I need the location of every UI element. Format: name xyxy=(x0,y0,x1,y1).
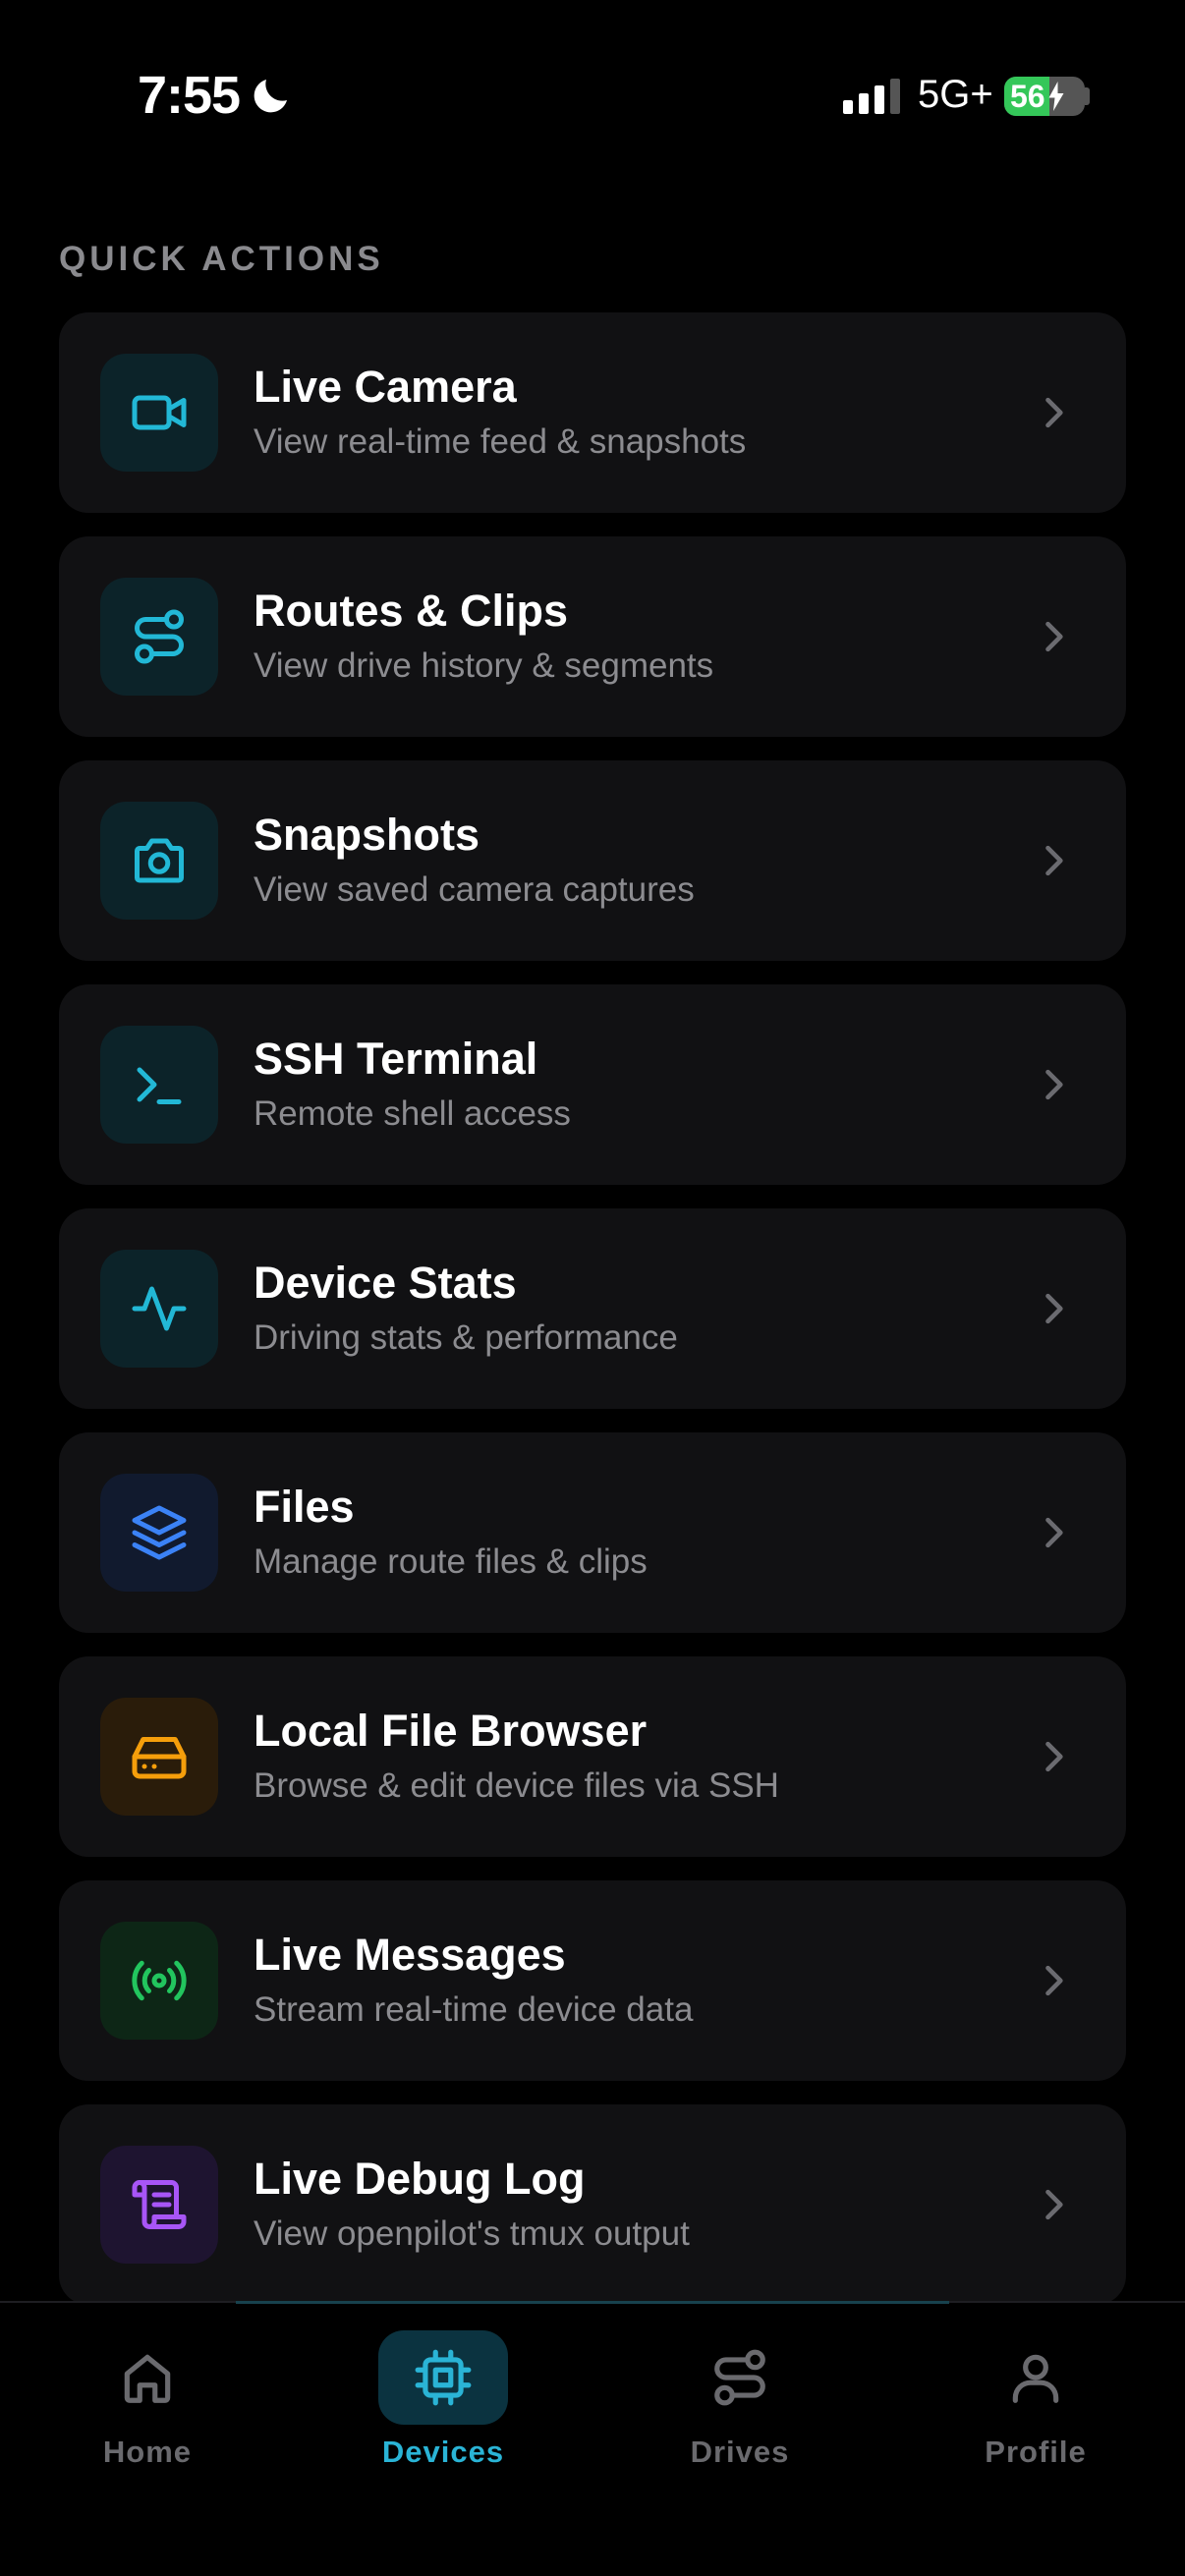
battery-percent: 56 xyxy=(1010,78,1045,114)
scroll-icon xyxy=(132,2180,187,2229)
home-icon xyxy=(124,2354,171,2403)
tab-indicator xyxy=(236,2301,949,2304)
action-subtitle: Driving stats & performance xyxy=(254,1318,678,1357)
status-bar: 7:55 5G+ 56 xyxy=(0,0,1185,196)
stats-icon-tile xyxy=(100,1250,218,1368)
drives-icon-wrap xyxy=(675,2330,805,2425)
chevron-right-icon xyxy=(1045,1965,1063,1996)
route-icon xyxy=(714,2349,765,2406)
tab-label-devices: Devices xyxy=(381,2435,505,2469)
debug-log-icon-tile xyxy=(100,2146,218,2264)
chevron-right-icon xyxy=(1045,621,1063,652)
tab-profile[interactable]: Profile xyxy=(928,2330,1144,2470)
live-messages-icon-tile xyxy=(100,1922,218,2040)
action-subtitle: View drive history & segments xyxy=(254,646,714,685)
battery-indicator: 56 xyxy=(1004,77,1085,116)
action-subtitle: Manage route files & clips xyxy=(254,1542,648,1581)
live-camera-icon-tile xyxy=(100,354,218,472)
chevron-right-icon xyxy=(1045,397,1063,428)
action-files[interactable]: Files Manage route files & clips xyxy=(59,1432,1126,1633)
action-subtitle: Stream real-time device data xyxy=(254,1990,694,2029)
action-local-file-browser[interactable]: Local File Browser Browse & edit device … xyxy=(59,1656,1126,1857)
chevron-right-icon xyxy=(1045,1517,1063,1548)
chevron-right-icon xyxy=(1045,1293,1063,1324)
terminal-icon-tile xyxy=(100,1026,218,1144)
action-title: Live Debug Log xyxy=(254,2154,586,2204)
chevron-right-icon xyxy=(1045,845,1063,876)
action-title: Live Messages xyxy=(254,1930,566,1980)
action-routes-clips[interactable]: Routes & Clips View drive history & segm… xyxy=(59,536,1126,737)
bottom-tab-bar: Home Devices Drives Profile xyxy=(0,2301,1185,2576)
action-title: Local File Browser xyxy=(254,1706,648,1756)
hard-drive-icon xyxy=(132,1737,187,1779)
action-subtitle: View real-time feed & snapshots xyxy=(254,422,747,461)
chevron-right-icon xyxy=(1045,1069,1063,1100)
chip-icon xyxy=(415,2349,472,2406)
action-subtitle: View openpilot's tmux output xyxy=(254,2214,690,2253)
status-time: 7:55 xyxy=(138,65,295,126)
chip-icon-wrap xyxy=(378,2330,508,2425)
action-snapshots[interactable]: Snapshots View saved camera captures xyxy=(59,760,1126,961)
moon-icon xyxy=(254,80,288,113)
tab-label-profile: Profile xyxy=(985,2435,1087,2469)
home-icon-wrap xyxy=(83,2330,212,2425)
snapshots-icon-tile xyxy=(100,802,218,920)
radio-icon xyxy=(132,1960,187,2001)
video-camera-icon xyxy=(132,395,187,430)
camera-icon xyxy=(135,838,184,883)
tab-drives[interactable]: Drives xyxy=(632,2330,848,2470)
file-browser-icon-tile xyxy=(100,1698,218,1816)
action-title: Files xyxy=(254,1482,355,1532)
section-title: QUICK ACTIONS xyxy=(59,240,384,278)
profile-icon-wrap xyxy=(971,2330,1100,2425)
tab-devices[interactable]: Devices xyxy=(335,2330,551,2470)
tab-home[interactable]: Home xyxy=(39,2330,255,2470)
charging-bolt-icon xyxy=(1048,82,1064,111)
battery-nub xyxy=(1085,87,1090,105)
action-live-camera[interactable]: Live Camera View real-time feed & snapsh… xyxy=(59,312,1126,513)
time-text: 7:55 xyxy=(138,66,241,125)
action-subtitle: View saved camera captures xyxy=(254,870,695,909)
chevron-right-icon xyxy=(1045,1741,1063,1772)
action-live-messages[interactable]: Live Messages Stream real-time device da… xyxy=(59,1880,1126,2081)
action-title: Device Stats xyxy=(254,1258,517,1308)
routes-icon-tile xyxy=(100,578,218,696)
cellular-signal-icon xyxy=(843,79,900,114)
action-title: Snapshots xyxy=(254,810,480,860)
action-title: Routes & Clips xyxy=(254,586,569,636)
files-icon-tile xyxy=(100,1474,218,1592)
activity-icon xyxy=(132,1286,187,1331)
network-type: 5G+ xyxy=(918,73,993,116)
chevron-right-icon xyxy=(1045,2189,1063,2220)
layers-icon xyxy=(132,1505,187,1560)
route-icon xyxy=(135,609,184,664)
tab-label-home: Home xyxy=(102,2435,193,2469)
action-subtitle: Remote shell access xyxy=(254,1094,571,1133)
action-live-debug-log[interactable]: Live Debug Log View openpilot's tmux out… xyxy=(59,2104,1126,2305)
action-device-stats[interactable]: Device Stats Driving stats & performance xyxy=(59,1208,1126,1409)
action-ssh-terminal[interactable]: SSH Terminal Remote shell access xyxy=(59,984,1126,1185)
tab-label-drives: Drives xyxy=(690,2435,790,2469)
action-subtitle: Browse & edit device files via SSH xyxy=(254,1766,779,1805)
quick-actions-list: Live Camera View real-time feed & snapsh… xyxy=(59,312,1126,2328)
user-icon xyxy=(1012,2354,1059,2403)
action-title: SSH Terminal xyxy=(254,1034,538,1084)
action-title: Live Camera xyxy=(254,362,517,412)
terminal-icon xyxy=(137,1067,182,1104)
